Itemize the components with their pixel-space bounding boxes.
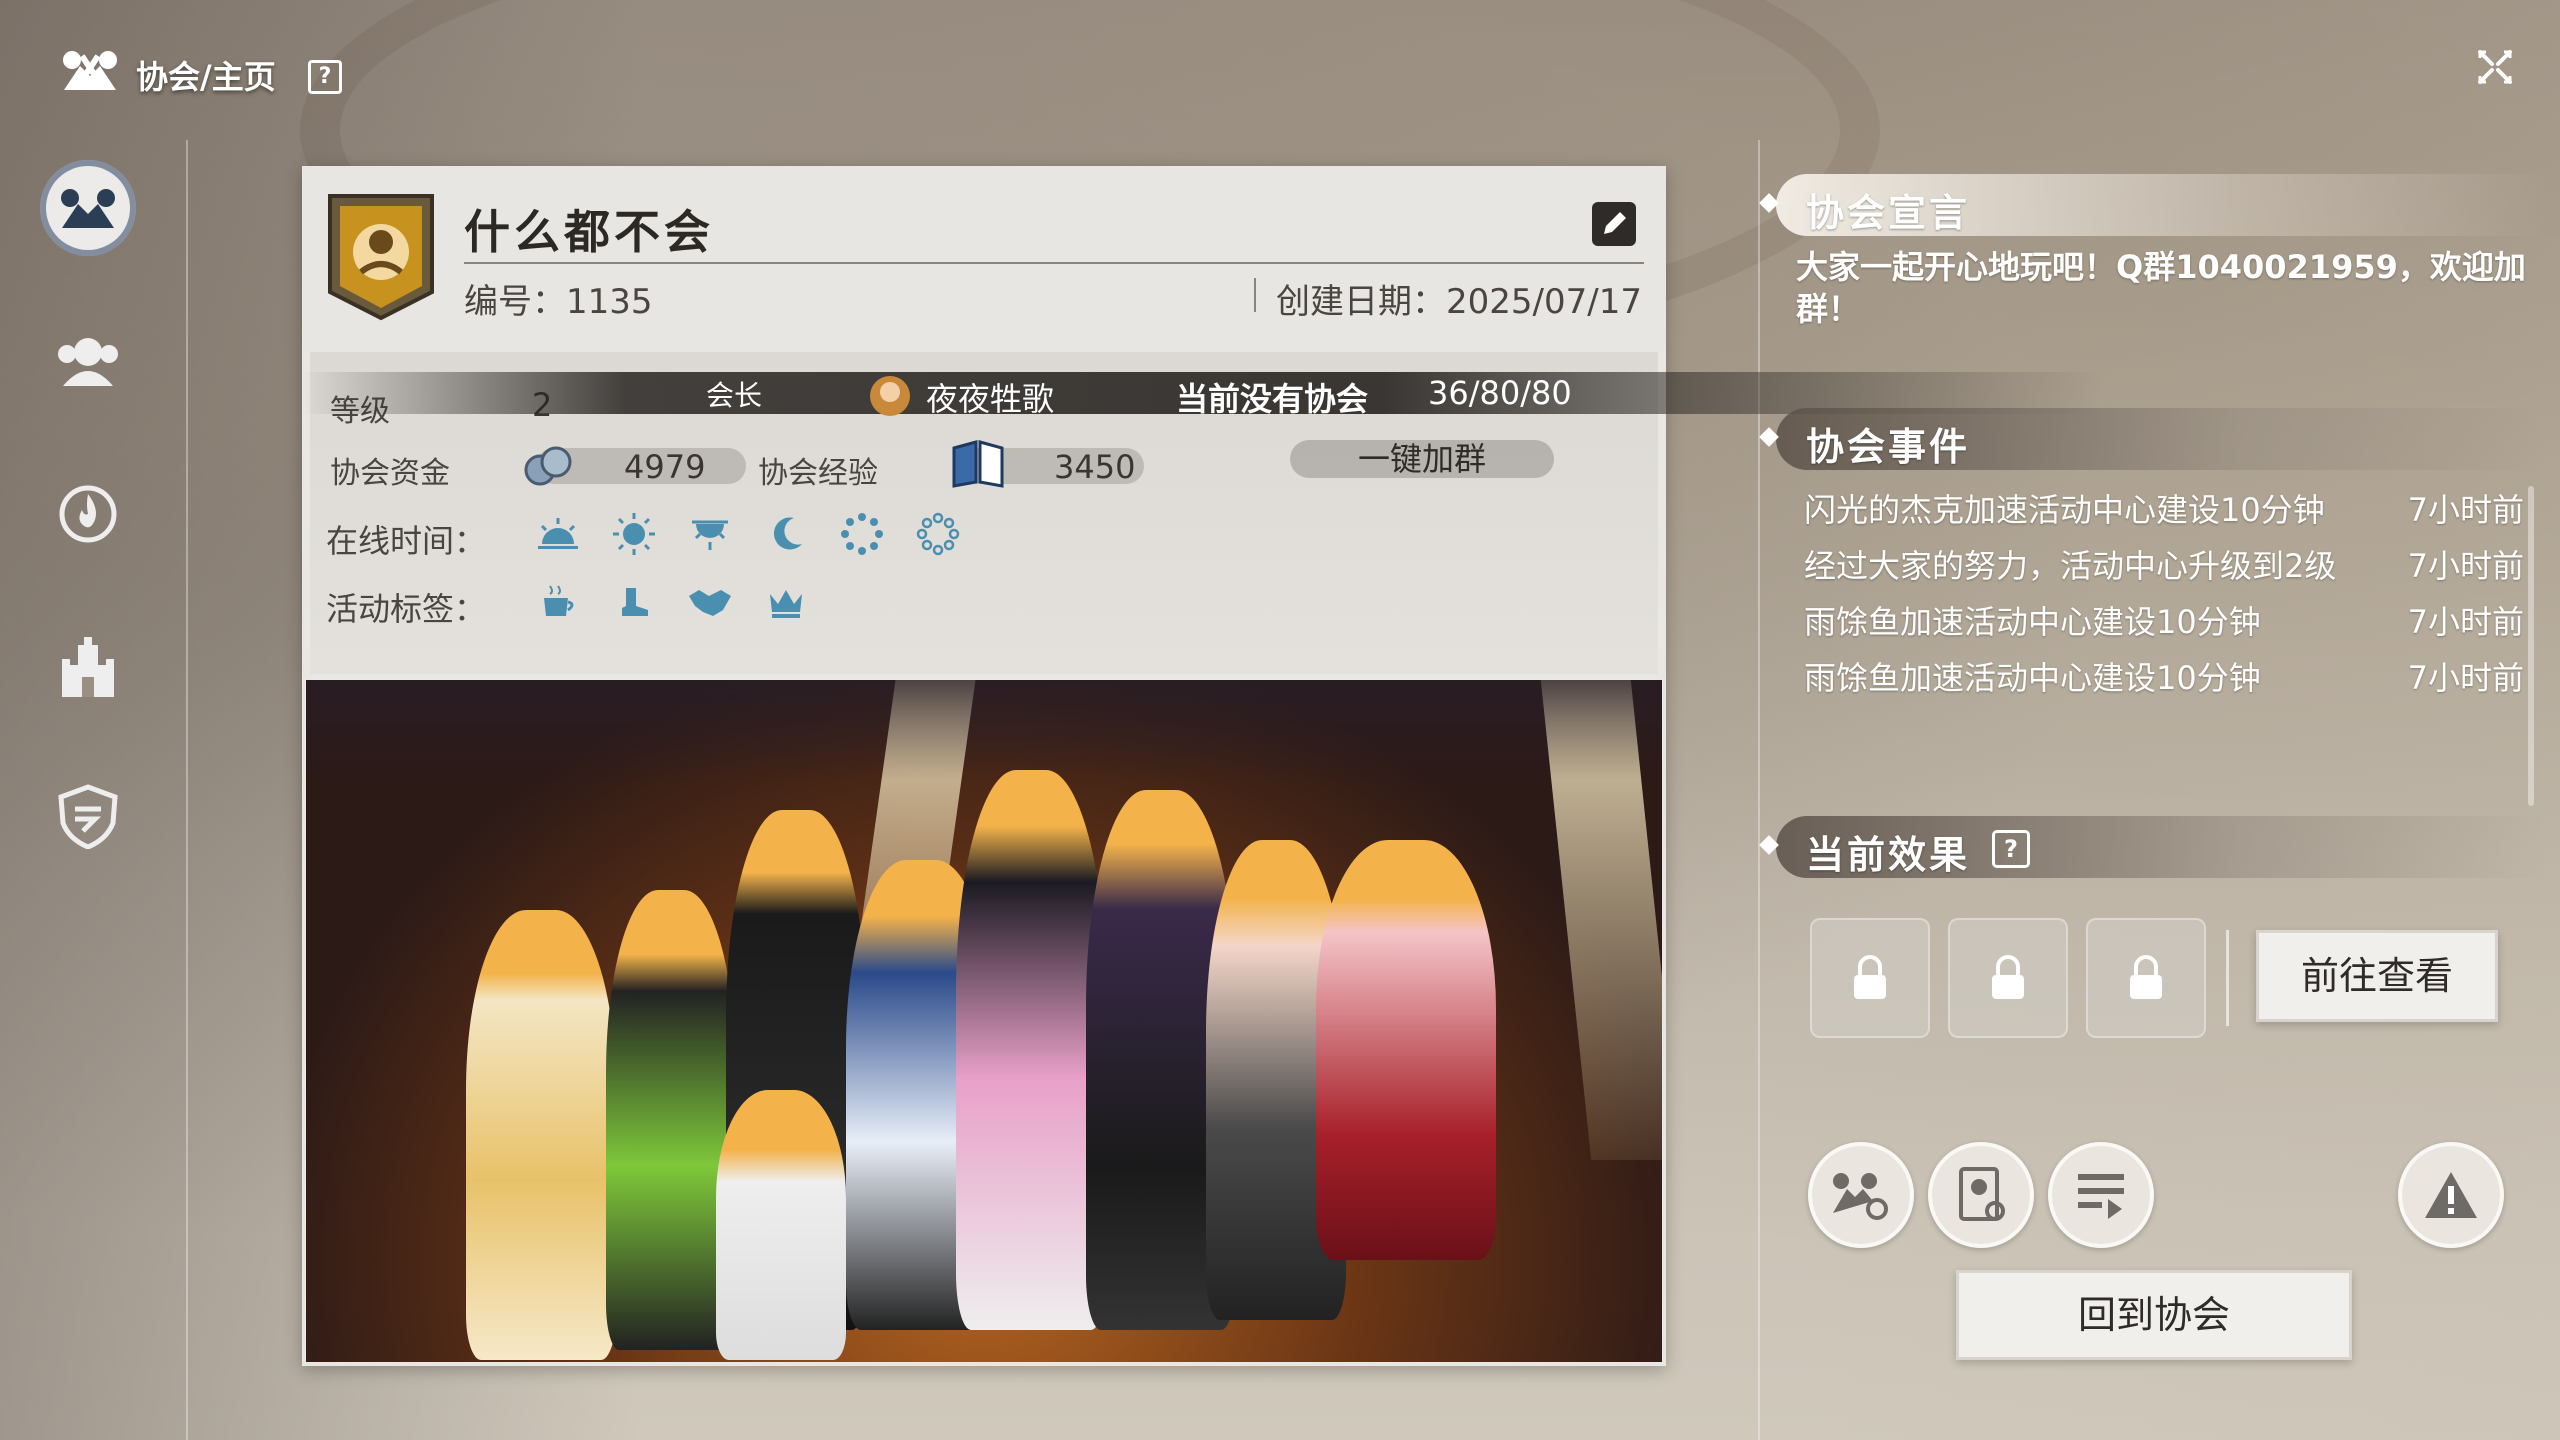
flame-icon [59,485,117,543]
guild-home-icon [61,189,115,228]
report-button[interactable] [2398,1142,2504,1248]
close-icon[interactable] [2476,48,2514,86]
list-item: 雨馀鱼加速活动中心建设10分钟 7小时前 [1804,659,2524,697]
return-to-guild-button[interactable]: 回到协会 [1956,1270,2352,1360]
funds-value: 4979 [624,448,706,486]
help-icon[interactable]: ? [308,60,342,94]
guild-header: 什么都不会 编号：1135 创建日期：2025/07/17 [302,166,1666,346]
guild-badge-icon [328,194,434,321]
name-underline [464,262,1644,264]
side-nav [40,160,140,920]
list-icon [2078,1174,2124,1219]
certificate-icon [1959,1167,2005,1221]
lock-icon [1854,955,1886,999]
activity-tag-icons [532,576,812,628]
declaration-header: 协会宣言 [1776,174,2546,236]
dots-icon [836,508,888,560]
effect-slot-3[interactable] [2086,918,2206,1038]
no-guild-text: 当前没有协会 [1176,380,1369,418]
certificate-button[interactable] [1928,1142,2034,1248]
members-count: 36/80/80 [1428,374,1572,412]
guild-name: 什么都不会 [464,205,714,259]
guild-logo-icon [63,51,117,90]
created-separator [1254,278,1256,312]
nav-buildings[interactable] [40,616,136,712]
divider-left [186,140,188,1440]
sun-icon [608,508,660,560]
slot-separator [2226,930,2229,1026]
boot-icon [608,576,660,628]
guild-photo [306,680,1662,1362]
exp-label: 协会经验 [758,456,878,491]
exp-value: 3450 [1054,448,1136,486]
online-time-icons [532,508,964,560]
nav-guild-home[interactable] [40,160,136,256]
list-item: 闪光的杰克加速活动中心建设10分钟 7小时前 [1804,491,2524,529]
join-group-button[interactable]: 一键加群 [1290,440,1554,478]
book-icon [952,440,1004,488]
declaration-text: 大家一起开心地玩吧！Q群1040021959，欢迎加群！ [1796,248,2526,328]
created-date: 创建日期：2025/07/17 [1276,282,1642,322]
view-button[interactable]: 前往查看 [2256,930,2498,1022]
effects-header: 当前效果 ? [1776,816,2546,878]
top-bar: 协会/主页 ? [0,0,2560,140]
list-item: 雨馀鱼加速活动中心建设10分钟 7小时前 [1804,603,2524,641]
list-item: 经过大家的努力，活动中心升级到2级 7小时前 [1804,547,2524,585]
leader-label: 会长 [706,379,763,412]
guild-id: 编号：1135 [464,282,653,322]
funds-label: 协会资金 [330,456,450,491]
effects-title: 当前效果 [1806,833,1971,877]
shield-icon [58,784,118,849]
leader-avatar [870,376,910,416]
dots-outline-icon [912,508,964,560]
leader-name: 夜夜牲歌 [926,380,1055,418]
guild-card: 什么都不会 编号：1135 创建日期：2025/07/17 等级 2 协会资金 … [302,166,1666,1366]
tags-label: 活动标签： [326,590,487,628]
sunrise-icon [532,508,584,560]
nav-members[interactable] [40,312,136,408]
guild-settings-icon [1833,1173,1888,1220]
guild-settings-button[interactable] [1808,1142,1914,1248]
events-header: 协会事件 [1776,408,2546,470]
events-title: 协会事件 [1806,425,1971,469]
cup-icon [532,576,584,628]
effect-slot-2[interactable] [1948,918,2068,1038]
castle-icon [62,637,114,697]
events-scrollbar[interactable] [2528,486,2534,806]
effect-slot-1[interactable] [1810,918,1930,1038]
pencil-icon [1604,212,1626,234]
nav-activity[interactable] [40,464,136,560]
lock-icon [2130,955,2162,999]
effects-help-icon[interactable]: ? [1992,830,2030,868]
edit-button[interactable] [1592,202,1636,246]
online-label: 在线时间： [326,522,487,560]
moon-icon [760,508,812,560]
members-icon [58,338,118,386]
coins-icon [524,446,572,486]
divider-right [1758,140,1760,1440]
handshake-icon [684,576,736,628]
breadcrumb: 协会/主页 [136,58,276,96]
list-button[interactable] [2048,1142,2154,1248]
declaration-title: 协会宣言 [1806,191,1971,235]
sunset-icon [684,508,736,560]
crown-icon [760,576,812,628]
events-list[interactable]: 闪光的杰克加速活动中心建设10分钟 7小时前 经过大家的努力，活动中心升级到2级… [1804,490,2524,806]
nav-shield[interactable] [40,768,136,864]
lock-icon [1992,955,2024,999]
warning-icon [2425,1172,2477,1218]
